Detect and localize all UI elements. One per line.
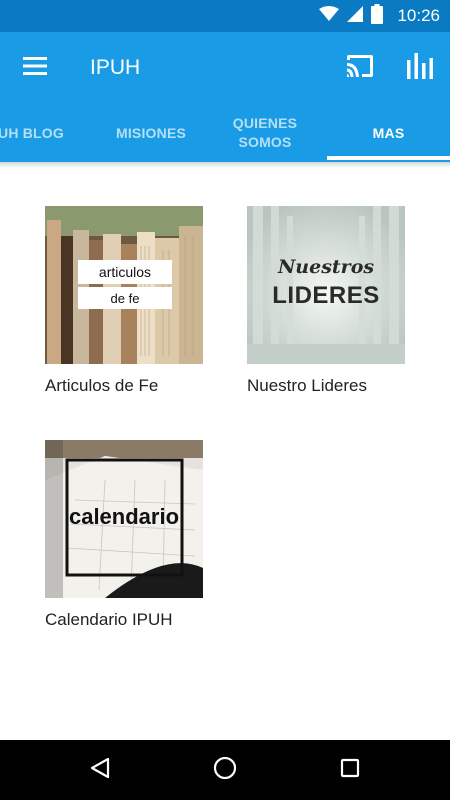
active-tab-indicator (327, 156, 450, 160)
tab-bar: UH BLOG MISIONES QUIENES SOMOS MAS (0, 104, 450, 162)
tab-uh-blog[interactable]: UH BLOG (0, 104, 96, 162)
hamburger-menu-icon (23, 56, 47, 80)
battery-icon (371, 3, 384, 29)
articulos-de-fe-thumbnail: articulos de fe (45, 206, 203, 364)
calendario-ipuh-thumbnail: calendario (45, 440, 203, 598)
tab-quienes-somos[interactable]: QUIENES SOMOS (207, 104, 323, 162)
back-triangle-icon (89, 757, 111, 784)
app-bar: IPUH (0, 32, 450, 104)
cellular-signal-icon (347, 5, 364, 27)
tab-mas[interactable]: MAS (327, 104, 450, 162)
item-label: Calendario IPUH (45, 610, 173, 629)
status-icons: 10:26 (319, 0, 440, 32)
grid-item-calendario-ipuh[interactable]: calendario Calendario IPUH (45, 440, 205, 630)
status-time: 10:26 (397, 6, 440, 25)
item-label: Nuestro Lideres (247, 376, 368, 395)
statistics-button[interactable] (400, 52, 440, 84)
bar-chart-icon (407, 52, 433, 84)
grid-item-nuestro-lideres[interactable]: Nuestros LIDERES Nuestro Lideres (247, 206, 407, 396)
menu-button[interactable] (18, 52, 52, 84)
tab-misiones[interactable]: MISIONES (96, 104, 206, 162)
back-button[interactable] (80, 752, 120, 788)
thumb-caption-line-2: de fe (78, 287, 172, 309)
thumb-script-title: Nuestros (277, 256, 375, 278)
app-title: IPUH (90, 56, 141, 79)
thumb-bold-title: LIDERES (272, 282, 380, 309)
recents-square-icon (340, 758, 360, 783)
thumb-calendar-title: calendario (68, 504, 180, 529)
grid-item-articulos-de-fe[interactable]: articulos de fe Articulos de Fe (45, 206, 205, 396)
toolbar-shadow (0, 162, 450, 168)
cast-button[interactable] (342, 52, 378, 84)
nuestro-lideres-thumbnail: Nuestros LIDERES (247, 206, 405, 364)
status-bar: 10:26 (0, 0, 450, 32)
home-circle-icon (213, 756, 237, 785)
home-button[interactable] (205, 752, 245, 788)
system-navigation-bar (0, 740, 450, 800)
wifi-icon (319, 5, 340, 27)
cast-icon (345, 54, 375, 83)
thumb-caption-line-1: articulos (78, 260, 172, 284)
recents-button[interactable] (330, 752, 370, 788)
item-label: Articulos de Fe (45, 376, 159, 395)
